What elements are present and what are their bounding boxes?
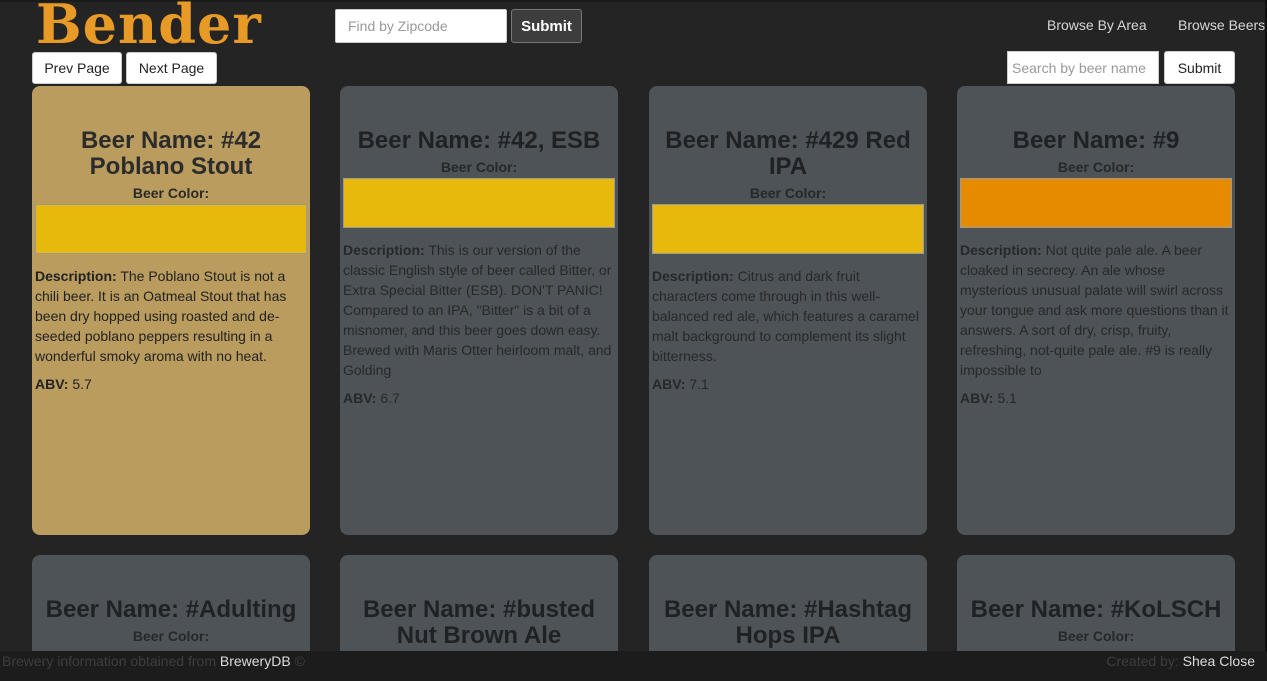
beer-card[interactable]: Beer Name: #42 Poblano Stout Beer Color:… [32, 86, 310, 535]
beer-color-label: Beer Color: [1057, 159, 1135, 175]
beer-card[interactable]: Beer Name: #42, ESB Beer Color: Descript… [340, 86, 618, 535]
beer-color-swatch [652, 204, 924, 254]
beer-color-label: Beer Color: [440, 159, 518, 175]
beer-color-label: Beer Color: [749, 185, 827, 201]
brewerydb-link[interactable]: BreweryDB [220, 653, 291, 669]
footer: Brewery information obtained from Brewer… [0, 651, 1267, 681]
footer-author-text: Created by: [1106, 653, 1183, 669]
beer-name: Beer Name: #42 Poblano Stout [80, 127, 262, 180]
nav-browse-beers[interactable]: Browse Beers [1178, 17, 1265, 33]
beer-abv: ABV: 5.7 [35, 376, 92, 392]
beer-description: Description: This is our version of the … [343, 242, 612, 378]
beer-description: Description: The Poblano Stout is not a … [35, 268, 287, 364]
author-link[interactable]: Shea Close [1183, 653, 1255, 669]
footer-credit-text: Brewery information obtained from [2, 653, 220, 669]
zipcode-submit-button[interactable]: Submit [511, 9, 582, 43]
beer-color-swatch [343, 178, 615, 228]
beer-name: Beer Name: #Hashtag Hops IPA [663, 596, 913, 649]
beer-name: Beer Name: #KoLSCH [970, 596, 1222, 623]
beer-description: Description: Not quite pale ale. A beer … [960, 242, 1229, 378]
nav-browse-by-area[interactable]: Browse By Area [1047, 17, 1147, 33]
beer-abv: ABV: 5.1 [960, 390, 1017, 406]
footer-copyright-symbol: © [290, 653, 305, 669]
beer-search-submit-button[interactable]: Submit [1164, 51, 1235, 84]
next-page-button[interactable]: Next Page [126, 52, 217, 84]
beer-color-label: Beer Color: [132, 628, 210, 644]
beer-color-label: Beer Color: [132, 185, 210, 201]
beer-color-swatch [35, 204, 307, 254]
site-logo[interactable]: Bender [36, 0, 262, 54]
zipcode-search-input[interactable] [335, 9, 507, 43]
beer-color-label: Beer Color: [1057, 628, 1135, 644]
beer-description: Description: Citrus and dark fruit chara… [652, 268, 919, 364]
beer-name: Beer Name: #429 Red IPA [665, 127, 911, 180]
beer-name: Beer Name: #busted Nut Brown Ale [362, 596, 596, 649]
beer-name: Beer Name: #42, ESB [357, 127, 601, 154]
beer-card[interactable]: Beer Name: #429 Red IPA Beer Color: Desc… [649, 86, 927, 535]
beer-card[interactable]: Beer Name: #9 Beer Color: Description: N… [957, 86, 1235, 535]
prev-page-button[interactable]: Prev Page [32, 52, 122, 84]
beer-abv: ABV: 6.7 [343, 390, 400, 406]
beer-name: Beer Name: #Adulting [45, 596, 297, 623]
footer-credit: Brewery information obtained from Brewer… [2, 653, 305, 669]
beer-abv: ABV: 7.1 [652, 376, 709, 392]
beer-color-swatch [960, 178, 1232, 228]
beer-name-search-input[interactable] [1007, 51, 1159, 84]
beer-name: Beer Name: #9 [1012, 127, 1180, 154]
footer-author: Created by: Shea Close [1106, 653, 1255, 669]
